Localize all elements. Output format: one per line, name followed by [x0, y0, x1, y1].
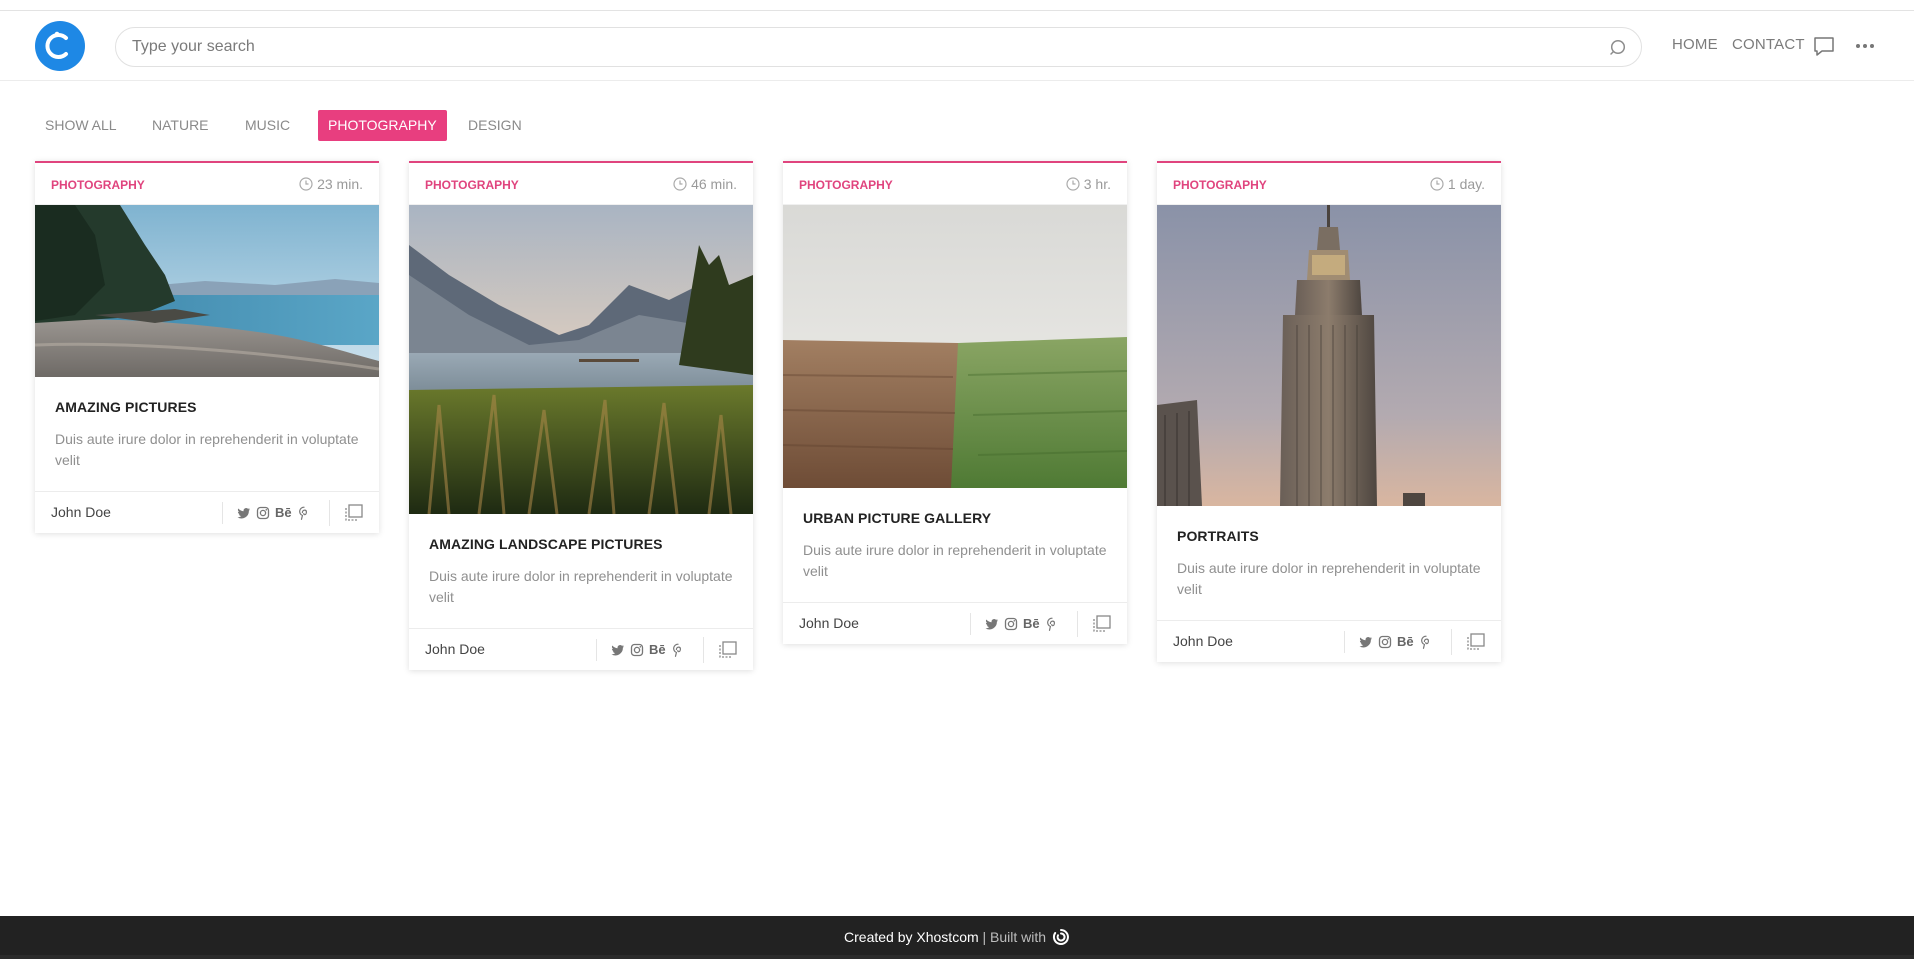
filter-music[interactable]: MUSIC: [235, 110, 300, 141]
nav-contact-link[interactable]: CONTACT: [1732, 36, 1805, 53]
card-title[interactable]: AMAZING LANDSCAPE PICTURES: [429, 536, 733, 552]
post-card[interactable]: PHOTOGRAPHY 1 day. PORTRAITS Duis aute i…: [1157, 161, 1501, 662]
twitter-icon[interactable]: [611, 643, 625, 657]
post-card[interactable]: PHOTOGRAPHY 46 min. AMAZING LANDSCAPE PI…: [409, 161, 753, 670]
twitter-icon[interactable]: [1359, 635, 1373, 649]
card-title[interactable]: URBAN PICTURE GALLERY: [803, 510, 1107, 526]
card-body: AMAZING LANDSCAPE PICTURES Duis aute iru…: [409, 514, 753, 628]
card-time-label: 46 min.: [691, 176, 737, 192]
bookmark-icon: [1467, 633, 1485, 650]
clock-icon: [1066, 177, 1080, 191]
card-time: 23 min.: [299, 176, 363, 192]
card-title[interactable]: PORTRAITS: [1177, 528, 1481, 544]
twitter-icon[interactable]: [985, 617, 999, 631]
bookmark-button[interactable]: [1077, 611, 1127, 637]
more-icon[interactable]: [1853, 34, 1877, 58]
builder-logo-icon[interactable]: [1052, 928, 1070, 946]
card-category[interactable]: PHOTOGRAPHY: [51, 178, 145, 192]
share-links: Bē: [596, 639, 685, 661]
filter-show-all[interactable]: SHOW ALL: [35, 110, 127, 141]
card-description: Duis aute irure dolor in reprehenderit i…: [55, 431, 359, 468]
card-footer: John Doe Bē: [409, 628, 753, 670]
clock-icon: [299, 177, 313, 191]
card-footer: John Doe Bē: [35, 491, 379, 533]
behance-icon[interactable]: Bē: [649, 643, 666, 657]
card-time-label: 3 hr.: [1083, 176, 1111, 192]
instagram-icon[interactable]: [630, 643, 644, 657]
instagram-icon[interactable]: [1378, 635, 1392, 649]
pinterest-icon[interactable]: [297, 506, 311, 520]
card-description: Duis aute irure dolor in reprehenderit i…: [1177, 560, 1481, 597]
card-body: URBAN PICTURE GALLERY Duis aute irure do…: [783, 488, 1127, 602]
behance-icon[interactable]: Bē: [1397, 635, 1414, 649]
search-bar: [115, 27, 1642, 67]
behance-icon[interactable]: Bē: [275, 506, 292, 520]
footer-credit: Created by Xhostcom | Built with: [0, 916, 1914, 959]
instagram-icon[interactable]: [1004, 617, 1018, 631]
bookmark-button[interactable]: [329, 500, 379, 526]
behance-icon[interactable]: Bē: [1023, 617, 1040, 631]
logo-icon[interactable]: [35, 21, 85, 71]
footer-built-label: | Built with: [982, 929, 1047, 945]
post-card[interactable]: PHOTOGRAPHY 23 min. AMAZING PICTURES Dui…: [35, 161, 379, 533]
filter-nature[interactable]: NATURE: [142, 110, 219, 141]
card-time: 46 min.: [673, 176, 737, 192]
twitter-icon[interactable]: [237, 506, 251, 520]
card-category[interactable]: PHOTOGRAPHY: [799, 178, 893, 192]
mountain-lake-photo[interactable]: [409, 205, 753, 514]
instagram-icon[interactable]: [256, 506, 270, 520]
card-category[interactable]: PHOTOGRAPHY: [1173, 178, 1267, 192]
card-time: 3 hr.: [1066, 176, 1111, 192]
share-links: Bē: [970, 613, 1059, 635]
top-border: [0, 0, 1914, 11]
search-icon[interactable]: [1609, 38, 1629, 58]
share-links: Bē: [222, 502, 311, 524]
chat-icon[interactable]: [1812, 34, 1836, 58]
pinterest-icon[interactable]: [671, 643, 685, 657]
bookmark-button[interactable]: [1451, 629, 1501, 655]
card-author[interactable]: John Doe: [51, 504, 111, 520]
card-header: PHOTOGRAPHY 1 day.: [1157, 163, 1501, 205]
nav-home-link[interactable]: HOME: [1672, 36, 1718, 53]
bookmark-icon: [719, 641, 737, 658]
card-header: PHOTOGRAPHY 46 min.: [409, 163, 753, 205]
card-header: PHOTOGRAPHY 23 min.: [35, 163, 379, 205]
bookmark-button[interactable]: [703, 637, 753, 663]
card-footer: John Doe Bē: [783, 602, 1127, 644]
card-body: AMAZING PICTURES Duis aute irure dolor i…: [35, 377, 379, 491]
bookmark-icon: [345, 504, 363, 521]
field-photo[interactable]: [783, 205, 1127, 488]
header: HOME CONTACT: [0, 11, 1914, 81]
share-links: Bē: [1344, 631, 1433, 653]
card-footer: John Doe Bē: [1157, 620, 1501, 662]
card-author[interactable]: John Doe: [1173, 633, 1233, 649]
card-category[interactable]: PHOTOGRAPHY: [425, 178, 519, 192]
clock-icon: [673, 177, 687, 191]
pinterest-icon[interactable]: [1045, 617, 1059, 631]
card-description: Duis aute irure dolor in reprehenderit i…: [429, 568, 733, 605]
card-time-label: 1 day.: [1447, 176, 1485, 192]
card-author[interactable]: John Doe: [425, 641, 485, 657]
search-input[interactable]: [132, 28, 1592, 66]
card-time-label: 23 min.: [317, 176, 363, 192]
card-title[interactable]: AMAZING PICTURES: [55, 399, 359, 415]
card-time: 1 day.: [1430, 176, 1485, 192]
bookmark-icon: [1093, 615, 1111, 632]
pinterest-icon[interactable]: [1419, 635, 1433, 649]
filter-photography[interactable]: PHOTOGRAPHY: [318, 110, 447, 141]
card-description: Duis aute irure dolor in reprehenderit i…: [803, 542, 1107, 579]
footer-created-link[interactable]: Created by Xhostcom: [844, 929, 979, 945]
filter-design[interactable]: DESIGN: [458, 110, 532, 141]
beach-shoreline-photo[interactable]: [35, 205, 379, 377]
clock-icon: [1430, 177, 1444, 191]
post-card[interactable]: PHOTOGRAPHY 3 hr. URBAN PICTURE GALLERY …: [783, 161, 1127, 644]
card-author[interactable]: John Doe: [799, 615, 859, 631]
card-header: PHOTOGRAPHY 3 hr.: [783, 163, 1127, 205]
skyscraper-photo[interactable]: [1157, 205, 1501, 506]
footer: Created by Xhostcom | Built with: [0, 916, 1914, 959]
card-body: PORTRAITS Duis aute irure dolor in repre…: [1157, 506, 1501, 620]
footer-bottom-strip: [0, 955, 1914, 959]
